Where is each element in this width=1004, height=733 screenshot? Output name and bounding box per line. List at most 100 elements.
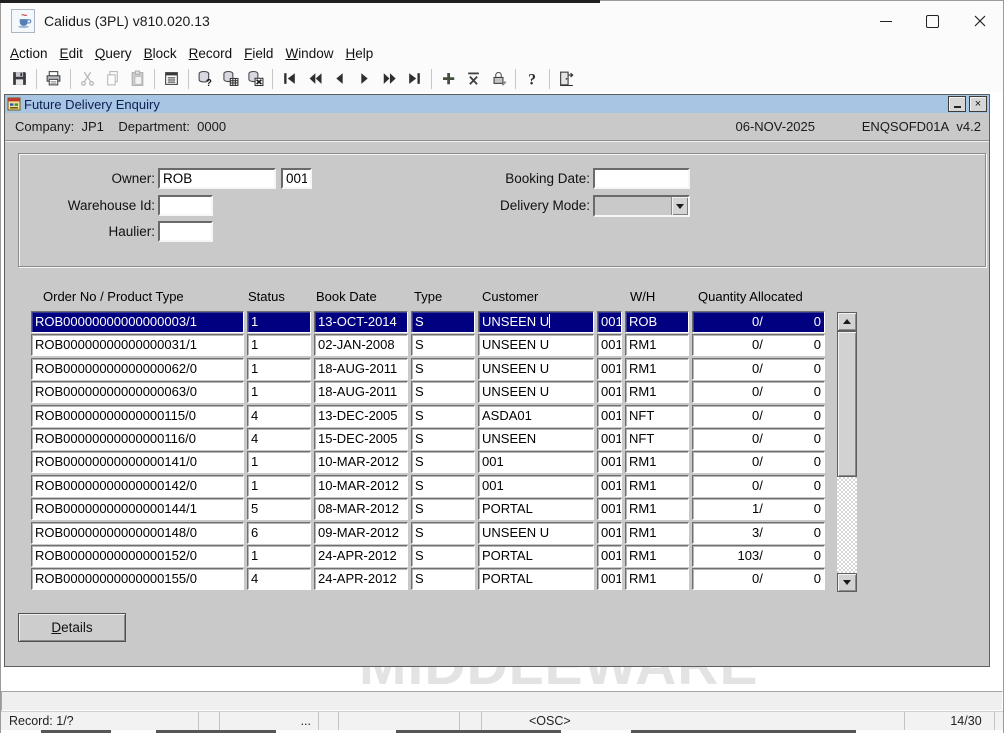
cell-order-no[interactable]: ROB00000000000000116/0 bbox=[31, 428, 244, 450]
cell-status[interactable]: 4 bbox=[247, 428, 311, 450]
cell-warehouse[interactable]: RM1 bbox=[625, 381, 689, 403]
cell-order-no[interactable]: ROB00000000000000144/1 bbox=[31, 498, 244, 520]
cell-quantity-allocated[interactable]: 0/0 bbox=[692, 381, 825, 403]
cell-type[interactable]: S bbox=[411, 381, 475, 403]
close-button[interactable] bbox=[956, 1, 1003, 41]
cell-status[interactable]: 1 bbox=[247, 381, 311, 403]
cell-type[interactable]: S bbox=[411, 568, 475, 590]
cell-status[interactable]: 1 bbox=[247, 334, 311, 356]
cell-customer-code[interactable]: 001 bbox=[597, 311, 622, 333]
cell-customer-code[interactable]: 001 bbox=[597, 334, 622, 356]
cell-customer-code[interactable]: 001 bbox=[597, 451, 622, 473]
toolbar-previous-record-button[interactable] bbox=[328, 67, 351, 90]
cell-quantity-allocated[interactable]: 1/0 bbox=[692, 498, 825, 520]
cell-status[interactable]: 6 bbox=[247, 522, 311, 544]
cell-type[interactable]: S bbox=[411, 405, 475, 427]
cell-customer[interactable]: UNSEEN U bbox=[478, 381, 594, 403]
toolbar-first-record-button[interactable] bbox=[278, 67, 301, 90]
cell-book-date[interactable]: 10-MAR-2012 bbox=[314, 451, 408, 473]
scroll-down-button[interactable] bbox=[837, 573, 857, 592]
cell-status[interactable]: 1 bbox=[247, 451, 311, 473]
cell-quantity-allocated[interactable]: 0/0 bbox=[692, 311, 825, 333]
cell-customer[interactable]: UNSEEN U bbox=[478, 358, 594, 380]
menu-window[interactable]: Window bbox=[279, 43, 339, 64]
cell-customer-code[interactable]: 001 bbox=[597, 405, 622, 427]
menu-help[interactable]: Help bbox=[339, 43, 379, 64]
toolbar-exit-button[interactable] bbox=[555, 67, 578, 90]
cell-customer-code[interactable]: 001 bbox=[597, 428, 622, 450]
cell-customer[interactable]: PORTAL bbox=[478, 498, 594, 520]
cell-type[interactable]: S bbox=[411, 358, 475, 380]
cell-book-date[interactable]: 13-OCT-2014 bbox=[314, 311, 408, 333]
cell-book-date[interactable]: 24-APR-2012 bbox=[314, 545, 408, 567]
menu-record[interactable]: Record bbox=[183, 43, 239, 64]
cell-warehouse[interactable]: RM1 bbox=[625, 522, 689, 544]
warehouse-id-input[interactable] bbox=[158, 195, 213, 216]
cell-customer[interactable]: UNSEEN U bbox=[478, 334, 594, 356]
cell-type[interactable]: S bbox=[411, 451, 475, 473]
toolbar-last-record-button[interactable] bbox=[403, 67, 426, 90]
cell-book-date[interactable]: 24-APR-2012 bbox=[314, 568, 408, 590]
grid-vertical-scrollbar[interactable] bbox=[837, 312, 857, 592]
cell-warehouse[interactable]: RM1 bbox=[625, 545, 689, 567]
cell-customer[interactable]: PORTAL bbox=[478, 568, 594, 590]
menu-query[interactable]: Query bbox=[89, 43, 138, 64]
cell-quantity-allocated[interactable]: 0/0 bbox=[692, 405, 825, 427]
toolbar-edit-button[interactable] bbox=[160, 67, 183, 90]
cell-status[interactable]: 1 bbox=[247, 311, 311, 333]
cell-warehouse[interactable]: RM1 bbox=[625, 498, 689, 520]
cell-order-no[interactable]: ROB00000000000000141/0 bbox=[31, 451, 244, 473]
cell-customer-code[interactable]: 001 bbox=[597, 358, 622, 380]
cell-status[interactable]: 1 bbox=[247, 358, 311, 380]
cell-order-no[interactable]: ROB00000000000000155/0 bbox=[31, 568, 244, 590]
minimize-button[interactable] bbox=[862, 1, 909, 41]
cell-status[interactable]: 1 bbox=[247, 475, 311, 497]
toolbar-remove-record-button[interactable] bbox=[462, 67, 485, 90]
toolbar-next-record-button[interactable] bbox=[353, 67, 376, 90]
table-row[interactable]: ROB00000000000000142/0110-MAR-2012S00100… bbox=[31, 475, 825, 497]
menu-edit[interactable]: Edit bbox=[54, 43, 89, 64]
table-row[interactable]: ROB00000000000000144/1508-MAR-2012SPORTA… bbox=[31, 498, 825, 520]
cell-type[interactable]: S bbox=[411, 428, 475, 450]
scroll-up-button[interactable] bbox=[837, 312, 857, 331]
cell-order-no[interactable]: ROB00000000000000003/1 bbox=[31, 311, 244, 333]
cell-warehouse[interactable]: NFT bbox=[625, 405, 689, 427]
cell-type[interactable]: S bbox=[411, 334, 475, 356]
cell-quantity-allocated[interactable]: 0/0 bbox=[692, 358, 825, 380]
toolbar-enter-query-button[interactable]: ? bbox=[194, 67, 217, 90]
cell-customer-code[interactable]: 001 bbox=[597, 498, 622, 520]
cell-type[interactable]: S bbox=[411, 545, 475, 567]
cell-customer[interactable]: UNSEEN U bbox=[478, 522, 594, 544]
cell-order-no[interactable]: ROB00000000000000142/0 bbox=[31, 475, 244, 497]
delivery-mode-select[interactable] bbox=[593, 195, 690, 217]
table-row[interactable]: ROB00000000000000031/1102-JAN-2008SUNSEE… bbox=[31, 334, 825, 356]
cell-status[interactable]: 4 bbox=[247, 568, 311, 590]
booking-date-input[interactable] bbox=[593, 168, 690, 189]
cell-book-date[interactable]: 02-JAN-2008 bbox=[314, 334, 408, 356]
details-button[interactable]: Details bbox=[18, 613, 126, 642]
menu-field[interactable]: Field bbox=[238, 43, 279, 64]
cell-warehouse[interactable]: RM1 bbox=[625, 568, 689, 590]
table-row[interactable]: ROB00000000000000141/0110-MAR-2012S00100… bbox=[31, 451, 825, 473]
toolbar-cut-button[interactable] bbox=[76, 67, 99, 90]
cell-quantity-allocated[interactable]: 3/0 bbox=[692, 522, 825, 544]
cell-warehouse[interactable]: RM1 bbox=[625, 334, 689, 356]
cell-warehouse[interactable]: RM1 bbox=[625, 475, 689, 497]
cell-order-no[interactable]: ROB00000000000000115/0 bbox=[31, 405, 244, 427]
cell-warehouse[interactable]: RM1 bbox=[625, 451, 689, 473]
cell-customer[interactable]: PORTAL bbox=[478, 545, 594, 567]
cell-customer[interactable]: UNSEEN bbox=[478, 428, 594, 450]
cell-quantity-allocated[interactable]: 0/0 bbox=[692, 568, 825, 590]
cell-order-no[interactable]: ROB00000000000000031/1 bbox=[31, 334, 244, 356]
table-row[interactable]: ROB00000000000000063/0118-AUG-2011SUNSEE… bbox=[31, 381, 825, 403]
cell-customer-code[interactable]: 001 bbox=[597, 545, 622, 567]
cell-order-no[interactable]: ROB00000000000000063/0 bbox=[31, 381, 244, 403]
maximize-button[interactable] bbox=[909, 1, 956, 41]
cell-type[interactable]: S bbox=[411, 475, 475, 497]
cell-quantity-allocated[interactable]: 0/0 bbox=[692, 451, 825, 473]
toolbar-insert-record-button[interactable] bbox=[437, 67, 460, 90]
mdi-minimize-button[interactable] bbox=[948, 96, 966, 112]
cell-warehouse[interactable]: RM1 bbox=[625, 358, 689, 380]
toolbar-help-button[interactable]: ? bbox=[521, 67, 544, 90]
cell-book-date[interactable]: 13-DEC-2005 bbox=[314, 405, 408, 427]
